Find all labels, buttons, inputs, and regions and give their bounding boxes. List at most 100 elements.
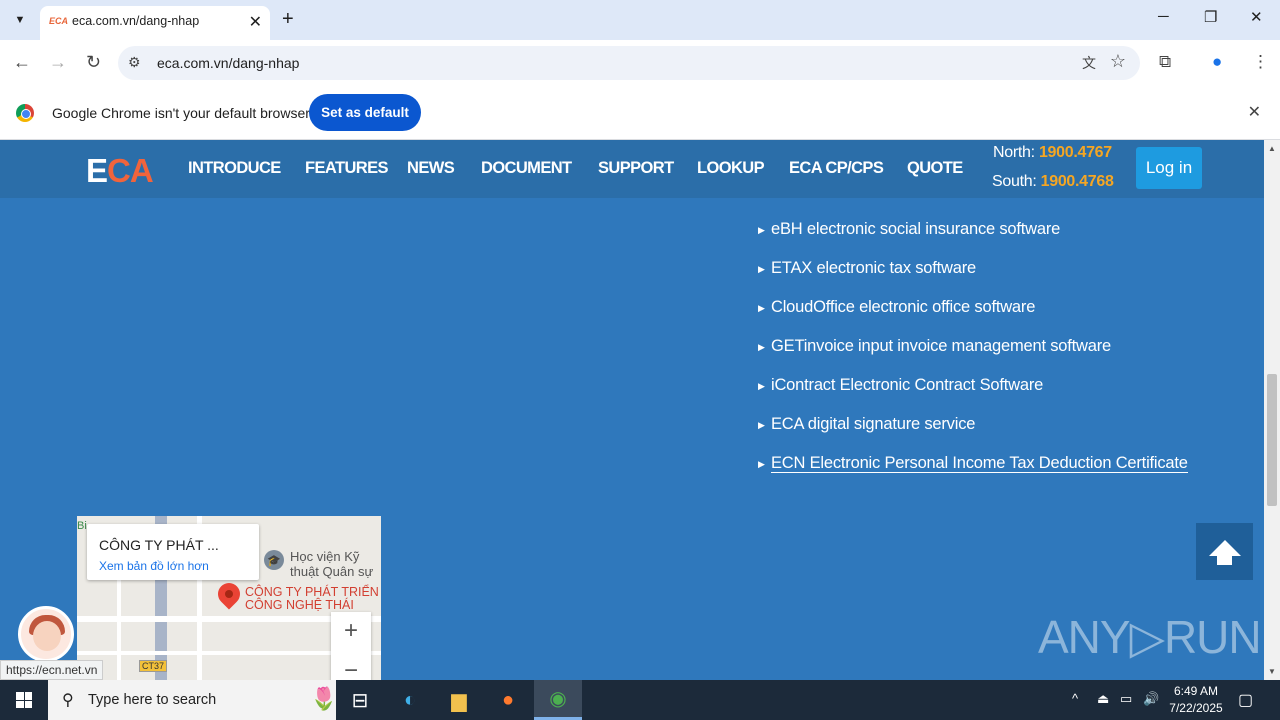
list-item[interactable]: ▶ iContract Electronic Contract Software (758, 376, 1188, 415)
usb-icon[interactable]: ⏏ (1097, 691, 1109, 707)
chat-support-avatar[interactable] (18, 606, 74, 662)
anyrun-watermark: ANY▷RUN (1038, 611, 1262, 663)
list-item[interactable]: ▶ eBH electronic social insurance softwa… (758, 220, 1188, 259)
file-explorer-icon[interactable]: ▆ (435, 680, 483, 720)
chrome-logo-icon (16, 104, 34, 122)
back-to-top-button[interactable] (1196, 523, 1253, 580)
nav-features[interactable]: FEATURES (305, 159, 389, 178)
tray-chevron-icon[interactable]: ^ (1072, 691, 1078, 706)
avatar-face (33, 621, 61, 651)
nav-eca-cp-cps[interactable]: ECA CP/CPS (789, 159, 884, 178)
scroll-thumb[interactable] (1267, 374, 1277, 506)
list-item[interactable]: ▶ ECA digital signature service (758, 415, 1188, 454)
taskbar-search[interactable]: ⚲ Type here to search 🌷 (48, 680, 338, 720)
infobar-close-icon[interactable]: ✕ (1248, 102, 1261, 122)
bullet-arrow-icon: ▶ (758, 342, 765, 352)
restore-button[interactable]: ❐ (1204, 8, 1217, 26)
network-icon[interactable]: ▭ (1120, 691, 1132, 707)
search-icon: ⚲ (62, 692, 74, 709)
eca-logo[interactable]: ECA (86, 152, 154, 190)
bullet-arrow-icon: ▶ (758, 225, 765, 235)
school-icon: 🎓 (264, 550, 284, 570)
clock-date: 7/22/2025 (1169, 701, 1223, 715)
nav-quote[interactable]: QUOTE (907, 159, 963, 178)
product-link[interactable]: CloudOffice electronic office software (771, 298, 1035, 316)
close-window-button[interactable]: ✕ (1250, 8, 1263, 26)
infobar-message: Google Chrome isn't your default browser (52, 105, 310, 121)
road-shield: CT37 (139, 660, 168, 672)
url-text[interactable]: eca.com.vn/dang-nhap (157, 55, 299, 71)
profile-icon[interactable]: ● (1212, 52, 1222, 72)
nav-introduce[interactable]: INTRODUCE (188, 159, 281, 178)
hotline-north-label: North: (993, 144, 1035, 161)
page-viewport: ECA INTRODUCE FEATURES NEWS DOCUMENT SUP… (0, 140, 1264, 680)
notification-icon[interactable]: ▢ (1238, 690, 1253, 710)
reload-icon[interactable]: ↻ (86, 52, 101, 73)
login-button[interactable]: Log in (1136, 147, 1202, 189)
product-link[interactable]: ETAX electronic tax software (771, 259, 976, 277)
bookmark-star-icon[interactable]: ☆ (1110, 51, 1126, 72)
taskbar-clock[interactable]: 6:49 AM 7/22/2025 (1166, 683, 1226, 717)
zoom-out-button[interactable]: − (331, 652, 371, 680)
clock-time: 6:49 AM (1173, 684, 1219, 698)
view-larger-map-link[interactable]: Xem bản đồ lớn hơn (99, 559, 209, 573)
hotline-south: South: 1900.4768 (992, 173, 1114, 191)
volume-icon[interactable]: 🔊 (1143, 691, 1159, 707)
product-link[interactable]: eBH electronic social insurance software (771, 220, 1060, 238)
list-item[interactable]: ▶ ETAX electronic tax software (758, 259, 1188, 298)
site-header: ECA INTRODUCE FEATURES NEWS DOCUMENT SUP… (0, 140, 1264, 198)
extensions-icon[interactable]: ⧉ (1159, 52, 1171, 72)
product-link[interactable]: ECA digital signature service (771, 415, 975, 433)
hotline-north-number[interactable]: 1900.4767 (1039, 144, 1112, 161)
task-view-icon[interactable]: ⊟ (336, 680, 384, 720)
school-line-1: Học viện Kỹ (290, 549, 360, 564)
back-arrow-icon[interactable]: ← (13, 52, 31, 73)
page-scrollbar[interactable]: ▲ ▼ (1264, 140, 1280, 680)
product-list: ▶ eBH electronic social insurance softwa… (758, 220, 1188, 493)
firefox-icon[interactable]: ● (484, 680, 532, 720)
hotline-north: North: 1900.4767 (993, 144, 1112, 162)
tab-active[interactable]: ECA eca.com.vn/dang-nhap ✕ (40, 6, 270, 40)
map-road (117, 566, 121, 680)
bullet-arrow-icon: ▶ (758, 264, 765, 274)
list-item[interactable]: ▶ ECN Electronic Personal Income Tax Dedu… (758, 454, 1188, 493)
new-tab-button[interactable]: + (282, 8, 294, 30)
list-item[interactable]: ▶ GETinvoice input invoice management sof… (758, 337, 1188, 376)
hotline-south-number[interactable]: 1900.4768 (1041, 173, 1114, 190)
search-highlight-flowers-icon: 🌷 (310, 686, 338, 711)
set-as-default-button[interactable]: Set as default (309, 94, 421, 131)
nav-document[interactable]: DOCUMENT (481, 159, 572, 178)
search-placeholder: Type here to search (88, 692, 217, 708)
nav-news[interactable]: NEWS (407, 159, 455, 178)
tab-search-chevron-icon[interactable]: ▼ (8, 8, 32, 32)
product-link-hovered[interactable]: ECN Electronic Personal Income Tax Deduc… (771, 454, 1188, 473)
map-company-label: CÔNG TY PHÁT TRIỂN CÔNG NGHỆ THÁI (245, 586, 379, 612)
forward-arrow-icon[interactable]: → (49, 52, 67, 73)
tab-close-icon[interactable]: ✕ (249, 12, 262, 32)
default-browser-infobar: Google Chrome isn't your default browser… (0, 86, 1280, 140)
map-corner-label: Bi (77, 520, 87, 532)
browser-toolbar: ← → ↻ ⚙ eca.com.vn/dang-nhap 文 ☆ ⧉ ● ⋮ (0, 40, 1280, 86)
map-pin-icon[interactable] (213, 578, 245, 610)
map-info-card: CÔNG TY PHÁT ... Xem bản đồ lớn hơn (87, 524, 259, 580)
product-link[interactable]: GETinvoice input invoice management soft… (771, 337, 1111, 355)
menu-kebab-icon[interactable]: ⋮ (1252, 52, 1269, 72)
google-map-embed[interactable]: Bi CÔNG TY PHÁT ... Xem bản đồ lớn hơn 🎓… (77, 516, 381, 680)
scroll-up-icon[interactable]: ▲ (1268, 144, 1276, 153)
minimize-button[interactable]: ─ (1158, 8, 1169, 25)
bullet-arrow-icon: ▶ (758, 303, 765, 313)
edge-icon[interactable]: ◐ (386, 680, 434, 720)
nav-support[interactable]: SUPPORT (598, 159, 674, 178)
list-item[interactable]: ▶ CloudOffice electronic office software (758, 298, 1188, 337)
start-button[interactable] (0, 680, 48, 720)
nav-lookup[interactable]: LOOKUP (697, 159, 765, 178)
windows-logo-icon (16, 692, 32, 708)
zoom-in-button[interactable]: + (331, 612, 371, 650)
translate-icon[interactable]: 文 (1082, 53, 1096, 73)
product-link[interactable]: iContract Electronic Contract Software (771, 376, 1043, 394)
site-info-icon[interactable]: ⚙ (128, 54, 141, 71)
address-bar[interactable]: ⚙ eca.com.vn/dang-nhap 文 ☆ (118, 46, 1140, 80)
chrome-taskbar-icon[interactable]: ◉ (534, 680, 582, 720)
hotline-south-label: South: (992, 173, 1037, 190)
scroll-down-icon[interactable]: ▼ (1268, 667, 1276, 676)
